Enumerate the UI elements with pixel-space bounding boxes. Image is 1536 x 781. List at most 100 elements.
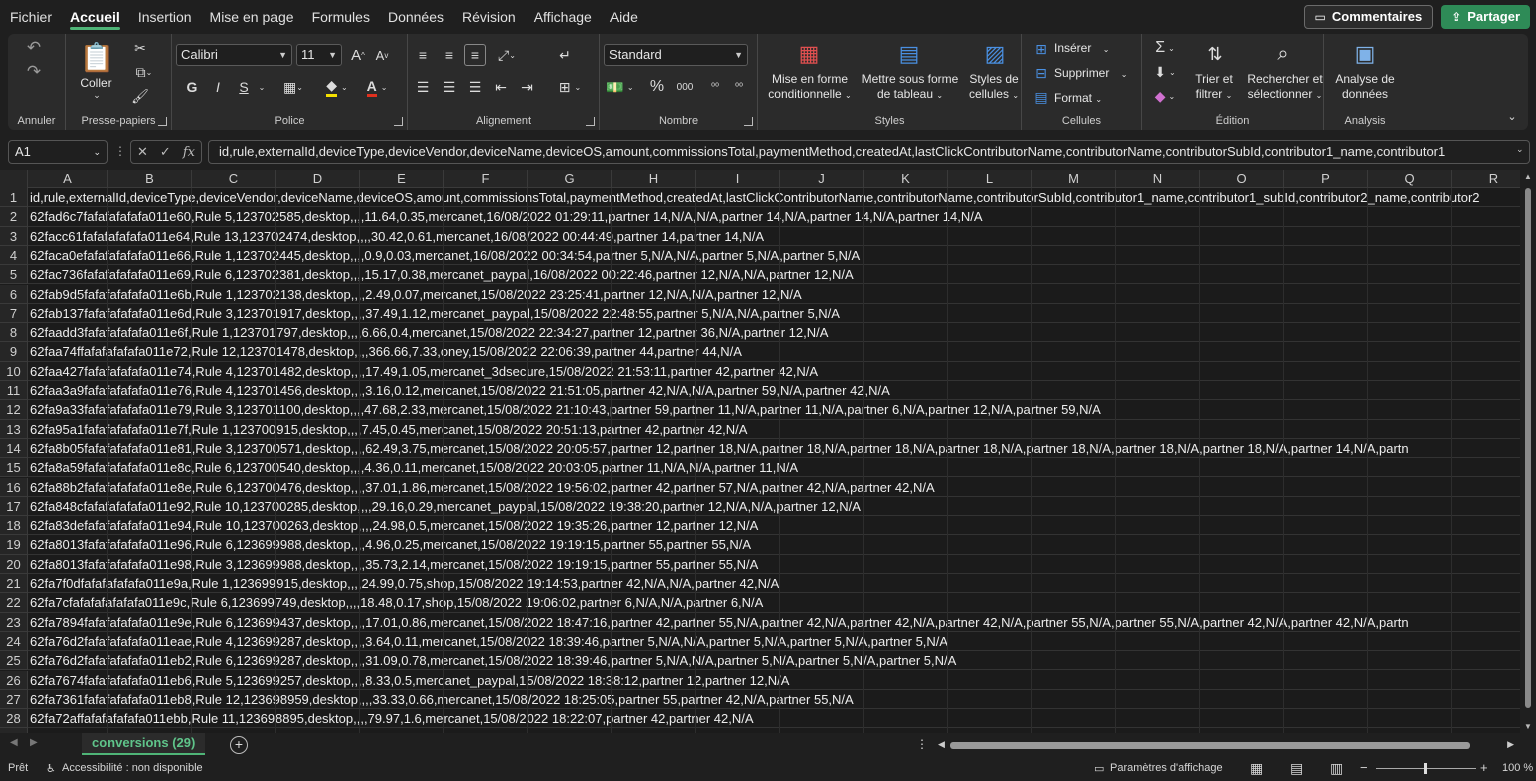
table-row[interactable]: 62faa3a9fafafafafafa011e76,Rule 4,123701… (28, 381, 1520, 401)
merge-cells-icon[interactable]: ⊞ ⌄ (554, 76, 586, 98)
scroll-up-icon[interactable]: ▲ (1524, 172, 1532, 181)
zoom-in-button[interactable]: + (1480, 760, 1488, 775)
format-cells-icon[interactable]: ▤ (1032, 88, 1050, 106)
row-header[interactable]: 22 (0, 593, 28, 613)
horizontal-scrollbar[interactable]: ◀ ▶ (936, 738, 1520, 752)
table-row[interactable]: 62faca0efafafafafafa011e66,Rule 1,123702… (28, 246, 1520, 266)
row-header[interactable]: 7 (0, 303, 28, 324)
increase-decimal-icon[interactable]: ⁰⁰ (704, 76, 726, 98)
column-header-h[interactable]: H (612, 170, 696, 188)
table-row[interactable]: 62fa76d2fafafafafafa011eae,Rule 4,123699… (28, 632, 1520, 652)
select-all-corner[interactable] (0, 170, 28, 188)
italic-button[interactable]: I (208, 76, 228, 98)
menu-item-3[interactable]: Mise en page (201, 0, 303, 34)
column-header-n[interactable]: N (1116, 170, 1200, 188)
row-header[interactable]: 12 (0, 400, 28, 420)
decrease-indent-icon[interactable]: ⇤ (490, 76, 512, 98)
menu-item-7[interactable]: Affichage (525, 0, 601, 34)
font-name-select[interactable]: Calibri ▼ (176, 44, 292, 66)
format-cells-button[interactable]: Format ⌄ (1054, 91, 1102, 105)
cell-styles-button[interactable]: Styles de cellules ⌄ (962, 72, 1026, 103)
font-size-select[interactable]: 11 ▼ (296, 44, 342, 66)
column-header-o[interactable]: O (1200, 170, 1284, 188)
align-top-icon[interactable]: ≡ (412, 44, 434, 66)
align-right-icon[interactable]: ☰ (464, 76, 486, 98)
orientation-icon[interactable]: ⤢ ⌄ (492, 44, 522, 66)
row-header[interactable]: 16 (0, 477, 28, 497)
row-header[interactable]: 2 (0, 207, 28, 227)
find-select-button[interactable]: Rechercher et sélectionner ⌄ (1242, 72, 1328, 103)
format-as-table-icon[interactable]: ▤ (894, 40, 924, 68)
table-row[interactable]: 62fa8b05fafafafafafa011e81,Rule 3,123700… (28, 439, 1520, 459)
table-row[interactable]: 62fa7674fafafafafafa011eb6,Rule 5,123699… (28, 671, 1520, 690)
accessibility-icon[interactable]: ♿ (46, 762, 56, 775)
wrap-text-icon[interactable]: ↵ (554, 44, 576, 66)
accessibility-status[interactable]: Accessibilité : non disponible (62, 762, 203, 774)
row-header[interactable]: 18 (0, 516, 28, 536)
analyze-data-button[interactable]: Analyse de données (1328, 72, 1402, 102)
clipboard-launcher-icon[interactable] (158, 117, 167, 126)
table-row[interactable]: 62fa7cfafafafafafafa011e9c,Rule 6,123699… (28, 593, 1520, 613)
row-header[interactable]: 19 (0, 535, 28, 555)
font-launcher-icon[interactable] (394, 117, 403, 126)
sort-filter-icon[interactable]: ⇅ (1198, 40, 1232, 68)
row-header[interactable]: 25 (0, 651, 28, 671)
undo-icon[interactable]: ↶ (22, 38, 46, 58)
table-row[interactable]: 62fa88b2fafafafafafa011e8e,Rule 6,123700… (28, 478, 1520, 497)
table-row[interactable]: 62fa7361fafafafafafa011eb8,Rule 12,12369… (28, 690, 1520, 710)
autosum-icon[interactable]: Σ ⌄ (1150, 38, 1180, 58)
borders-icon[interactable]: ▦ ⌄ (278, 76, 308, 98)
row-header[interactable]: 3 (0, 226, 28, 246)
paste-icon[interactable]: 📋 (80, 40, 115, 74)
share-button[interactable]: ⇪ Partager (1441, 5, 1530, 29)
column-header-l[interactable]: L (948, 170, 1032, 188)
format-as-table-button[interactable]: Mettre sous forme de tableau ⌄ (860, 72, 960, 103)
row-header[interactable]: 10 (0, 361, 28, 381)
normal-view-icon[interactable]: ▦ (1250, 760, 1263, 777)
font-color-icon[interactable]: A ⌄ (362, 76, 392, 98)
increase-indent-icon[interactable]: ⇥ (516, 76, 538, 98)
format-painter-icon[interactable]: 🖌 (130, 86, 150, 106)
comments-button[interactable]: ▭ Commentaires (1303, 5, 1434, 29)
table-row[interactable]: 62fa83defafafafafafa011e94,Rule 10,12370… (28, 516, 1520, 536)
align-center-icon[interactable]: ☰ (438, 76, 460, 98)
table-row[interactable]: 62fa8a59fafafafafafa011e8c,Rule 6,123700… (28, 458, 1520, 478)
table-row[interactable]: 62fa8013fafafafafafa011e96,Rule 6,123699… (28, 535, 1520, 555)
table-row[interactable]: 62fa95a1fafafafafafa011e7f,Rule 1,123700… (28, 420, 1520, 439)
column-header-b[interactable]: B (108, 170, 192, 188)
more-options-icon[interactable]: ⋮ (114, 144, 126, 158)
column-header-c[interactable]: C (192, 170, 276, 188)
row-header[interactable]: 14 (0, 438, 28, 459)
name-box[interactable]: A1 ⌄ (8, 140, 108, 164)
table-row[interactable]: 62faadd3fafafafafafa011e6f,Rule 1,123701… (28, 323, 1520, 343)
conditional-formatting-button[interactable]: Mise en forme conditionnelle ⌄ (760, 72, 860, 103)
menu-item-8[interactable]: Aide (601, 0, 647, 34)
scroll-left-icon[interactable]: ◀ (938, 739, 945, 750)
row-header[interactable]: 20 (0, 554, 28, 574)
menu-item-6[interactable]: Révision (453, 0, 525, 34)
confirm-icon[interactable]: ✓ (160, 144, 171, 160)
sheet-tab-conversions[interactable]: conversions (29) (82, 733, 206, 755)
column-header-d[interactable]: D (276, 170, 360, 188)
delete-cells-icon[interactable]: ⊟ (1032, 64, 1050, 82)
bold-button[interactable]: G (182, 76, 202, 98)
clear-icon[interactable]: ◆ ⌄ (1150, 86, 1180, 106)
scroll-right-icon[interactable]: ▶ (1507, 739, 1514, 750)
insert-cells-icon[interactable]: ⊞ (1032, 40, 1050, 58)
row-header[interactable]: 28 (0, 709, 28, 729)
redo-icon[interactable]: ↷ (22, 62, 46, 82)
zoom-slider-handle[interactable] (1424, 763, 1427, 774)
add-sheet-button[interactable]: + (230, 736, 248, 754)
chevron-down-icon[interactable]: ⌄ (256, 76, 268, 98)
row-header[interactable]: 21 (0, 574, 28, 594)
formula-input[interactable]: id,rule,externalId,deviceType,deviceVend… (208, 140, 1530, 164)
row-header[interactable]: 1 (0, 188, 28, 208)
table-row[interactable]: 62fab9d5fafafafafafa011e6b,Rule 1,123702… (28, 285, 1520, 304)
zoom-out-button[interactable]: − (1360, 760, 1368, 775)
row-header[interactable]: 24 (0, 631, 28, 652)
chevron-down-icon[interactable]: ⌄ (93, 141, 101, 163)
row-header[interactable]: 8 (0, 323, 28, 343)
delete-cells-button[interactable]: Supprimer ⌄ (1054, 66, 1127, 80)
table-row[interactable]: 62fab137fafafafafafa011e6d,Rule 3,123701… (28, 304, 1520, 324)
row-header[interactable]: 26 (0, 670, 28, 690)
